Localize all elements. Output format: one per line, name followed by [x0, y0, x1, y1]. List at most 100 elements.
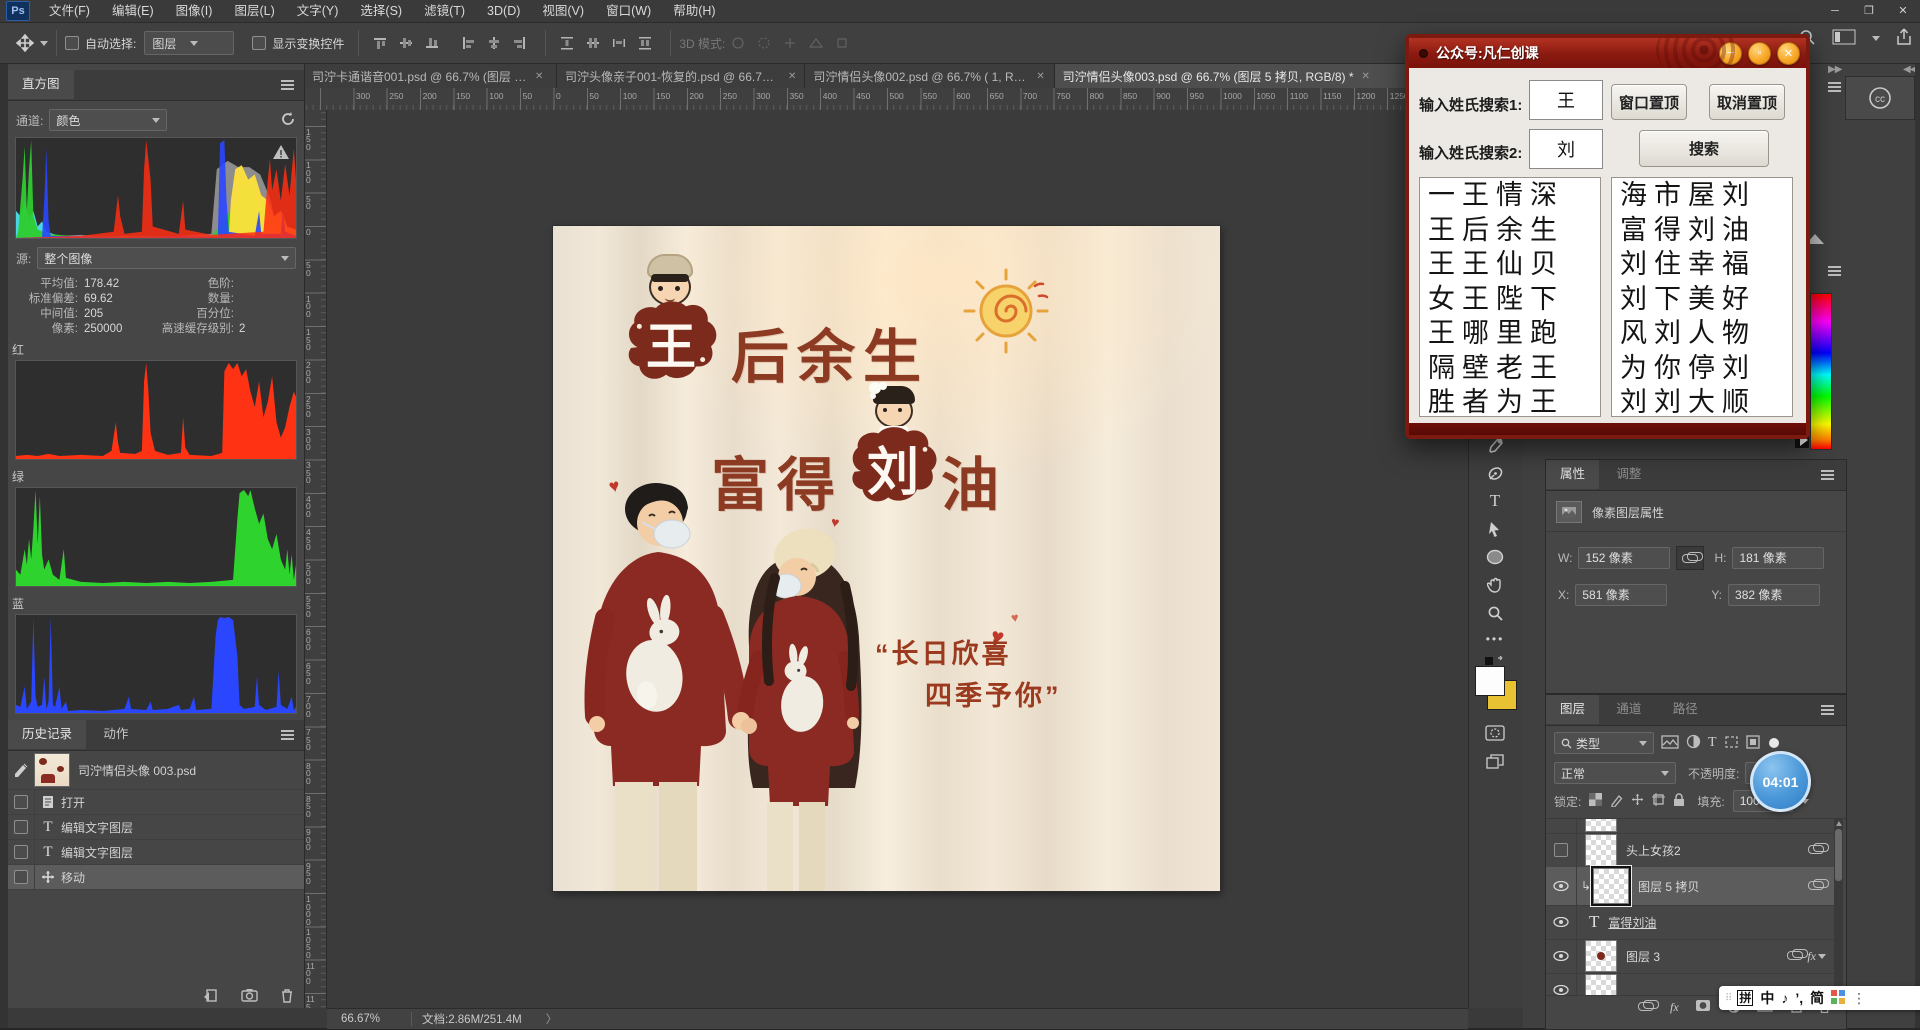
- layer-row-partial[interactable]: [1546, 819, 1834, 834]
- history-source-checkbox[interactable]: [8, 840, 35, 864]
- show-transform-checkbox[interactable]: [252, 36, 266, 50]
- document-tab[interactable]: 司泞情侣头像002.psd @ 66.7% ( 1, RGB... ✕: [805, 64, 1054, 88]
- recording-timer-bubble[interactable]: 04:01: [1750, 751, 1811, 812]
- history-snapshot-row[interactable]: 司泞情侣头像 003.psd: [8, 751, 304, 790]
- layer-row[interactable]: T 富得刘油: [1546, 905, 1834, 940]
- tab-paths[interactable]: 路径: [1659, 695, 1712, 724]
- document-canvas[interactable]: 王 后余生: [553, 226, 1220, 891]
- align-right-edges-icon[interactable]: [509, 33, 531, 53]
- menu-item[interactable]: 选择(S): [349, 0, 413, 22]
- visibility-eye-icon[interactable]: [1546, 939, 1577, 973]
- status-chevron[interactable]: 〉: [546, 1011, 558, 1027]
- menu-item[interactable]: 滤镜(T): [413, 0, 476, 22]
- name-results-list-1[interactable]: 一王情深王后余生王王仙贝女王陛下王哪里跑隔壁老王胜者为王: [1419, 177, 1601, 417]
- name-result-item[interactable]: 海市屋刘: [1612, 178, 1792, 213]
- lock-transparency-icon[interactable]: [1589, 793, 1602, 809]
- source-dropdown[interactable]: 整个图像: [37, 247, 296, 269]
- layer-name[interactable]: 图层 3: [1626, 948, 1660, 965]
- lock-position-icon[interactable]: [1631, 793, 1644, 809]
- layer-list-scrollbar[interactable]: [1834, 819, 1843, 995]
- link-dimensions-icon[interactable]: [1676, 546, 1704, 570]
- layer-thumbnail[interactable]: [1585, 940, 1617, 972]
- tab-close-icon[interactable]: ✕: [788, 71, 796, 82]
- delete-state-trash-icon[interactable]: [280, 988, 294, 1006]
- panel-menu-icon[interactable]: [1828, 270, 1841, 272]
- layer-fx-icon[interactable]: fx: [1807, 949, 1816, 964]
- visibility-eye-icon[interactable]: [1546, 905, 1577, 939]
- foreground-color-swatch[interactable]: [1475, 666, 1505, 696]
- edit-toolbar-icon[interactable]: •••: [1477, 626, 1513, 652]
- plugin-search2-input[interactable]: 刘: [1529, 129, 1603, 169]
- x-field[interactable]: 581 像素: [1575, 584, 1667, 606]
- vertical-ruler[interactable]: 1501005005010015020025030035040045050055…: [304, 110, 327, 1008]
- layer-row-selected[interactable]: ↳ 图层 5 拷贝: [1546, 867, 1834, 906]
- layer-thumbnail[interactable]: [1593, 868, 1629, 904]
- restore-button[interactable]: ❐: [1852, 0, 1886, 22]
- unpin-window-button[interactable]: 取消置顶: [1709, 84, 1785, 120]
- tool-preset-caret[interactable]: [40, 41, 48, 46]
- history-source-checkbox[interactable]: [8, 865, 35, 889]
- ime-more-menu[interactable]: ⋮: [1852, 990, 1866, 1007]
- ime-pinyin-mode[interactable]: 拼: [1737, 990, 1753, 1006]
- visibility-off-box[interactable]: [1554, 843, 1568, 857]
- height-field[interactable]: 181 像素: [1732, 547, 1824, 569]
- link-layers-icon[interactable]: [1638, 1000, 1654, 1014]
- layer-style-fx-icon[interactable]: fx: [1670, 1000, 1679, 1015]
- history-state-row[interactable]: T 编辑文字图层: [8, 815, 304, 840]
- document-tab[interactable]: 司泞卡通谐音001.psd @ 66.7% (图层 6,... ✕: [304, 64, 557, 88]
- history-state-row[interactable]: T 编辑文字图层: [8, 840, 304, 865]
- plugin-maximize-button[interactable]: ▫: [1748, 42, 1771, 65]
- name-result-item[interactable]: 胜者为王: [1420, 385, 1600, 417]
- panel-menu-icon[interactable]: [1821, 709, 1834, 711]
- ime-sound-icon[interactable]: ♪: [1781, 990, 1788, 1006]
- history-source-checkbox[interactable]: [8, 790, 35, 814]
- panel-menu-icon[interactable]: [1821, 474, 1834, 476]
- name-result-item[interactable]: 王哪里跑: [1420, 316, 1600, 351]
- lock-all-icon[interactable]: [1673, 793, 1685, 810]
- filter-shape-layers-icon[interactable]: [1724, 735, 1739, 752]
- layer-thumbnail[interactable]: [1585, 834, 1617, 866]
- filter-pixel-layers-icon[interactable]: [1661, 735, 1679, 752]
- screen-mode-icon[interactable]: [1477, 748, 1513, 774]
- align-horizontal-centers-icon[interactable]: [483, 33, 505, 53]
- left-dock-collapse-strip[interactable]: [0, 64, 8, 1028]
- align-bottom-edges-icon[interactable]: [421, 33, 443, 53]
- name-result-item[interactable]: 女王陛下: [1420, 282, 1600, 317]
- name-result-item[interactable]: 刘住幸福: [1612, 247, 1792, 282]
- document-tab[interactable]: 司泞头像亲子001-恢复的.psd @ 66.7% ... ✕: [557, 64, 805, 88]
- scrollbar-thumb[interactable]: [1835, 829, 1842, 881]
- type-tool[interactable]: T: [1477, 488, 1513, 514]
- pin-window-button[interactable]: 窗口置顶: [1611, 84, 1687, 120]
- filter-on-toggle[interactable]: [1769, 738, 1779, 748]
- horizontal-ruler[interactable]: 3002502001501005005010015020025030035040…: [304, 88, 1468, 111]
- visibility-eye-icon[interactable]: [1546, 867, 1577, 905]
- layer-name[interactable]: 头上女孩2: [1626, 842, 1681, 859]
- tab-channels[interactable]: 通道: [1602, 695, 1655, 724]
- plugin-search1-input[interactable]: 王: [1529, 80, 1603, 120]
- ellipse-shape-tool[interactable]: [1477, 544, 1513, 570]
- panel-menu-icon[interactable]: [281, 84, 294, 86]
- menu-item[interactable]: 编辑(E): [101, 0, 165, 22]
- hue-spectrum-bar[interactable]: [1810, 293, 1832, 450]
- lock-artboard-icon[interactable]: [1652, 793, 1665, 809]
- plugin-window[interactable]: 公众号:凡仁创课 ─ ▫ ✕ 输入姓氏搜索1: 王 窗口置顶 取消置顶 输入姓氏…: [1405, 34, 1810, 439]
- quick-mask-icon[interactable]: [1477, 720, 1513, 746]
- history-source-checkbox[interactable]: [8, 815, 35, 839]
- tab-history[interactable]: 历史记录: [8, 720, 86, 749]
- channel-dropdown[interactable]: 颜色: [49, 109, 167, 131]
- menu-item[interactable]: 视图(V): [531, 0, 595, 22]
- share-icon[interactable]: [1896, 28, 1912, 49]
- tab-close-icon[interactable]: ✕: [1036, 71, 1044, 82]
- plugin-title-bar[interactable]: 公众号:凡仁创课 ─ ▫ ✕: [1409, 38, 1806, 68]
- align-vertical-centers-icon[interactable]: [395, 33, 417, 53]
- hand-tool[interactable]: [1477, 572, 1513, 598]
- cached-data-warning-icon[interactable]: [272, 144, 290, 163]
- workspace-caret[interactable]: [1872, 36, 1880, 41]
- menu-item[interactable]: 窗口(W): [595, 0, 662, 22]
- distribute-top-icon[interactable]: [556, 33, 578, 53]
- menu-item[interactable]: 文件(F): [38, 0, 101, 22]
- menu-item[interactable]: 3D(D): [476, 0, 531, 22]
- layer-row[interactable]: 头上女孩2: [1546, 833, 1834, 868]
- name-result-item[interactable]: 为你停刘: [1612, 351, 1792, 386]
- move-tool-icon[interactable]: [10, 30, 40, 56]
